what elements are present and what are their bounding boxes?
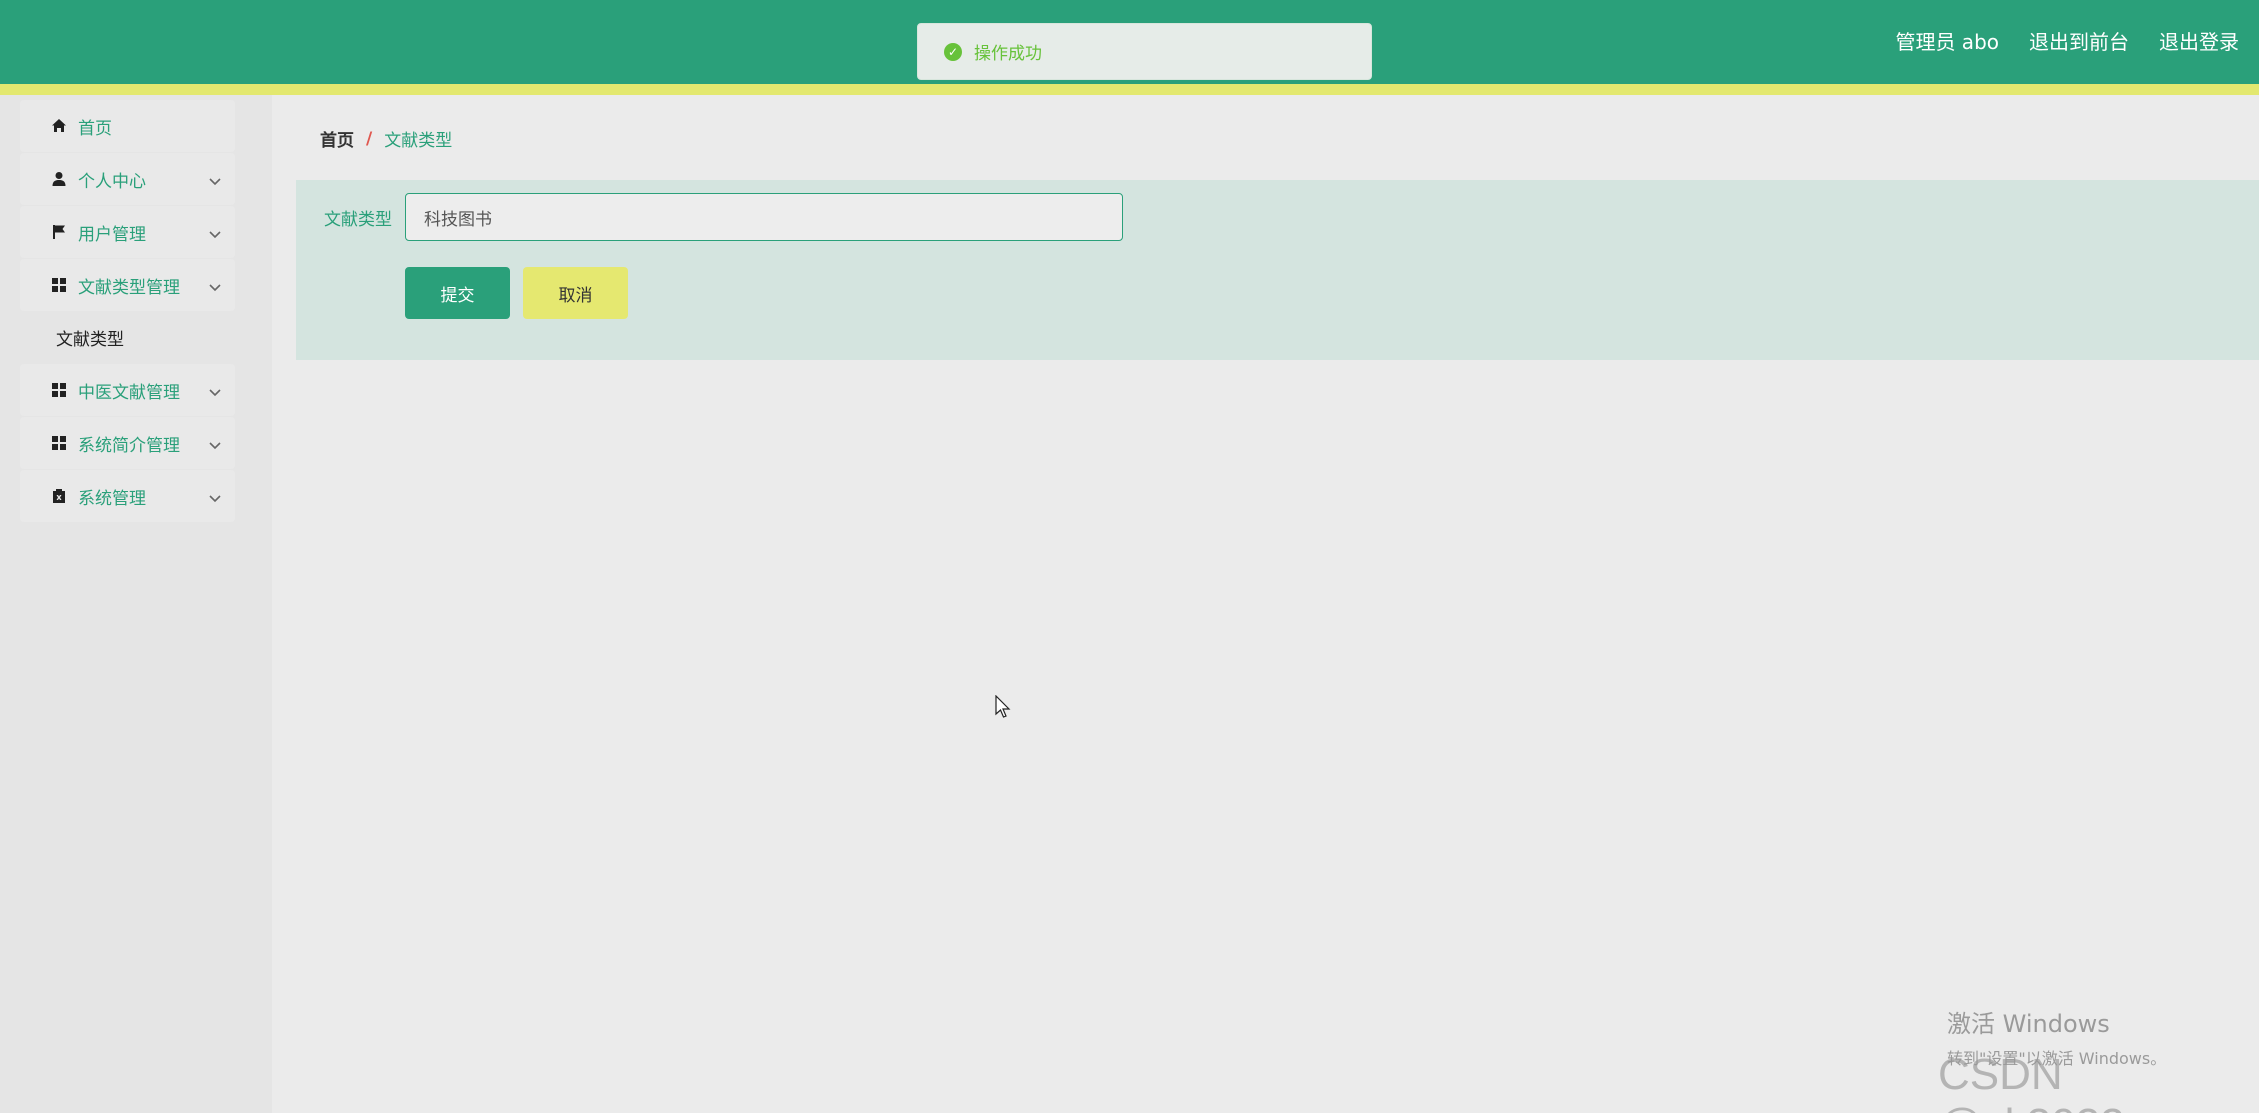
sidebar-item-literature-type-management[interactable]: 文献类型管理 [20, 259, 235, 311]
chevron-down-icon [209, 489, 221, 503]
flag-icon [50, 223, 68, 241]
sidebar-item-label: 中医文献管理 [78, 382, 180, 403]
sidebar-item-tcm-literature-management[interactable]: 中医文献管理 [20, 364, 235, 416]
breadcrumb: 首页 / 文献类型 [320, 126, 453, 152]
sidebar: 首页 个人中心 用户管理 文献类型管理 文献类型 中医文献管理 系统简介管理 系… [0, 95, 272, 1113]
chevron-down-icon [209, 172, 221, 186]
chevron-down-icon [209, 225, 221, 239]
chevron-down-icon [209, 436, 221, 450]
success-toast: ✓ 操作成功 [917, 23, 1372, 80]
grid-icon [50, 276, 68, 294]
chevron-down-icon [209, 278, 221, 292]
breadcrumb-separator: / [366, 128, 373, 149]
exit-to-front-link[interactable]: 退出到前台 [2029, 28, 2129, 56]
header-links: 管理员 abo 退出到前台 退出登录 [1895, 28, 2239, 56]
sidebar-item-user-management[interactable]: 用户管理 [20, 206, 235, 258]
breadcrumb-home[interactable]: 首页 [320, 126, 354, 151]
sidebar-item-label: 文献类型管理 [78, 277, 180, 298]
admin-user-link[interactable]: 管理员 abo [1895, 28, 1999, 56]
literature-type-label: 文献类型 [324, 210, 392, 230]
sidebar-item-label: 首页 [78, 118, 112, 139]
home-icon [50, 117, 68, 135]
sidebar-item-home[interactable]: 首页 [20, 100, 235, 152]
literature-type-input[interactable] [405, 193, 1123, 241]
clipboard-icon [50, 487, 68, 505]
sidebar-item-system-intro-management[interactable]: 系统简介管理 [20, 417, 235, 469]
windows-watermark-title: 激活 Windows [1947, 1010, 2110, 1038]
breadcrumb-current: 文献类型 [384, 131, 453, 151]
header-accent-stripe [0, 84, 2259, 95]
sidebar-item-system-management[interactable]: 系统管理 [20, 470, 235, 522]
sidebar-subitem-label: 文献类型 [56, 329, 124, 350]
sidebar-item-personal-center[interactable]: 个人中心 [20, 153, 235, 205]
logout-link[interactable]: 退出登录 [2159, 28, 2239, 56]
check-circle-icon: ✓ [944, 42, 962, 61]
csdn-watermark: CSDN @ck3022 [1938, 1050, 2125, 1113]
mouse-cursor-icon [995, 695, 1011, 718]
cancel-button[interactable]: 取消 [523, 267, 628, 319]
chevron-down-icon [209, 383, 221, 397]
sidebar-item-label: 个人中心 [78, 171, 146, 192]
sidebar-item-label: 用户管理 [78, 224, 146, 245]
sidebar-subitem-literature-type[interactable]: 文献类型 [20, 313, 235, 361]
sidebar-item-label: 系统管理 [78, 488, 146, 509]
toast-message: 操作成功 [974, 44, 1042, 64]
submit-button[interactable]: 提交 [405, 267, 510, 319]
sidebar-item-label: 系统简介管理 [78, 435, 180, 456]
grid-icon [50, 434, 68, 452]
grid-icon [50, 381, 68, 399]
user-icon [50, 170, 68, 188]
